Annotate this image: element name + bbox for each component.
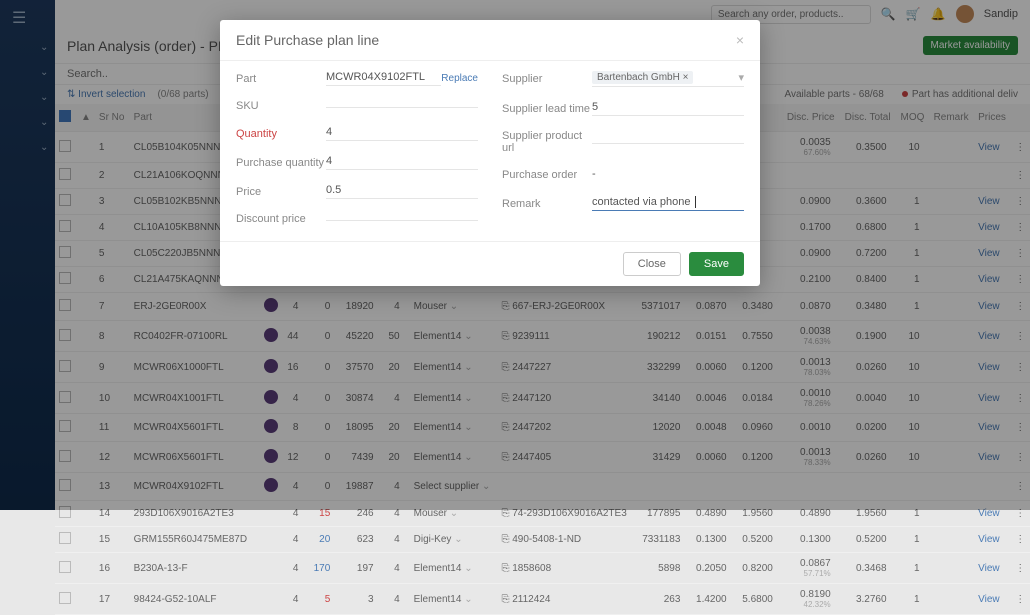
remark-input[interactable]: contacted via phone (592, 196, 744, 211)
product-url-label: Supplier product url (502, 130, 592, 154)
table-row[interactable]: 15GRM155R60J475ME87D4206234Digi-Key ⌄⎘ 4… (55, 527, 1030, 553)
view-link[interactable]: View (978, 534, 1000, 545)
view-link[interactable]: View (978, 563, 1000, 574)
modal-title: Edit Purchase plan line (236, 32, 379, 48)
table-row[interactable]: 16B230A-13-F41701974Element14 ⌄⎘ 1858608… (55, 553, 1030, 584)
discount-price-label: Discount price (236, 213, 326, 225)
replace-link[interactable]: Replace (441, 73, 478, 84)
view-link[interactable]: View (978, 594, 1000, 605)
edit-purchase-plan-modal: Edit Purchase plan line × PartMCWR04X910… (220, 20, 760, 286)
quantity-input[interactable]: 4 (326, 126, 478, 141)
row-checkbox[interactable] (59, 532, 71, 544)
product-url-input[interactable] (592, 141, 744, 144)
table-row[interactable]: 1798424-G52-10ALF4534Element14 ⌄⎘ 211242… (55, 584, 1030, 615)
purchase-order-value: - (592, 168, 744, 182)
sku-input[interactable] (326, 105, 478, 108)
save-button[interactable]: Save (689, 252, 744, 276)
part-value: MCWR04X9102FTL (326, 71, 441, 86)
purchase-order-label: Purchase order (502, 169, 592, 181)
discount-price-input[interactable] (326, 218, 478, 221)
supplier-select[interactable]: Bartenbach GmbH ×▾ (592, 71, 744, 87)
lead-time-label: Supplier lead time (502, 103, 592, 115)
purchase-qty-input[interactable]: 4 (326, 155, 478, 170)
close-button[interactable]: Close (623, 252, 681, 276)
close-icon[interactable]: × (736, 32, 744, 48)
row-checkbox[interactable] (59, 592, 71, 604)
row-checkbox[interactable] (59, 561, 71, 573)
lead-time-input[interactable]: 5 (592, 101, 744, 116)
supplier-label: Supplier (502, 73, 592, 85)
remark-label: Remark (502, 198, 592, 210)
sku-label: SKU (236, 100, 326, 112)
price-input[interactable]: 0.5 (326, 184, 478, 199)
purchase-qty-label: Purchase quantity (236, 157, 326, 169)
part-label: Part (236, 73, 326, 85)
quantity-label: Quantity (236, 128, 326, 140)
price-label: Price (236, 186, 326, 198)
